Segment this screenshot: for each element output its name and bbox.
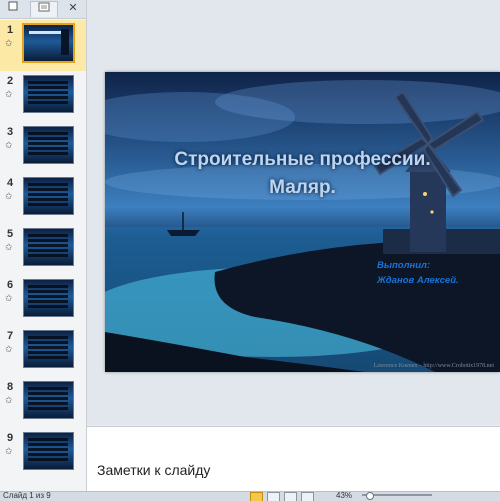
outline-tab[interactable] [30, 1, 58, 17]
slide-counter: Слайд 1 из 9 [3, 491, 51, 500]
slide-author-textbox[interactable]: Выполнил: Жданов Алексей. [377, 258, 497, 288]
slides-tab[interactable] [2, 1, 24, 16]
notes-pane[interactable]: Заметки к слайду [87, 426, 500, 492]
star-icon: ✩ [5, 191, 13, 201]
slide-title[interactable]: Строительные профессии. Маляр. [125, 146, 480, 202]
star-icon: ✩ [5, 395, 13, 405]
slides-pane: ✕ 1 ✩ 2 ✩ 3 ✩ 4 ✩ 5 ✩ 6 ✩ 7 ✩ 8 ✩ 9 ✩ [0, 0, 87, 491]
pane-tabs: ✕ [0, 0, 86, 19]
slide-preview [23, 177, 74, 215]
zoom-slider-knob[interactable] [366, 492, 374, 500]
star-icon: ✩ [5, 89, 13, 99]
close-pane-icon[interactable]: ✕ [66, 1, 80, 16]
star-icon: ✩ [5, 446, 13, 456]
slide-thumbnail-9[interactable]: 9 ✩ [0, 428, 86, 479]
star-icon: ✩ [5, 242, 13, 252]
slide-number: 8 [7, 381, 14, 393]
slide-preview [23, 75, 74, 113]
slide-number: 5 [7, 228, 14, 240]
star-icon: ✩ [5, 344, 13, 354]
slide-thumbnail-5[interactable]: 5 ✩ [0, 224, 86, 275]
slide-preview [22, 23, 75, 63]
slide-preview [23, 126, 74, 164]
slide-background-image [105, 80, 500, 372]
slide-preview [23, 330, 74, 368]
slide-title-line1: Строительные профессии. [174, 149, 431, 170]
author-label: Выполнил: [377, 260, 431, 271]
slide-thumbnail-8[interactable]: 8 ✩ [0, 377, 86, 428]
slide-title-line2: Маляр. [269, 177, 336, 198]
slide-preview [23, 432, 74, 470]
slide-preview [23, 228, 74, 266]
slide-number: 1 [7, 24, 14, 36]
star-icon: ✩ [5, 293, 13, 303]
slide-thumbnail-2[interactable]: 2 ✩ [0, 71, 86, 122]
slide-thumbnail-1[interactable]: 1 ✩ [0, 20, 86, 71]
slide-number: 3 [7, 126, 14, 138]
slide-number: 9 [7, 432, 14, 444]
outline-tab-icon [38, 2, 50, 12]
slide-number: 6 [7, 279, 14, 291]
slide-number: 2 [7, 75, 14, 87]
image-watermark: Lawrence Koenen – http://www.Crobotix197… [373, 363, 494, 369]
slide-thumbnail-list: 1 ✩ 2 ✩ 3 ✩ 4 ✩ 5 ✩ 6 ✩ 7 ✩ 8 ✩ 9 ✩ [0, 20, 86, 479]
slide-editing-area: Строительные профессии. Маляр. Выполнил:… [87, 0, 500, 425]
slide-number: 4 [7, 177, 14, 189]
slide-preview [23, 279, 74, 317]
slide-number: 7 [7, 330, 14, 342]
slide-thumbnail-6[interactable]: 6 ✩ [0, 275, 86, 326]
star-icon: ✩ [5, 38, 13, 48]
slide-thumbnail-4[interactable]: 4 ✩ [0, 173, 86, 224]
slides-tab-icon [8, 1, 18, 11]
zoom-level[interactable]: 43% [336, 492, 352, 500]
star-icon: ✩ [5, 140, 13, 150]
slide-thumbnail-3[interactable]: 3 ✩ [0, 122, 86, 173]
slide-thumbnail-7[interactable]: 7 ✩ [0, 326, 86, 377]
current-slide[interactable]: Строительные профессии. Маляр. Выполнил:… [105, 72, 500, 372]
notes-placeholder: Заметки к слайду [97, 462, 211, 478]
slide-preview [23, 381, 74, 419]
author-name: Жданов Алексей. [377, 275, 459, 286]
